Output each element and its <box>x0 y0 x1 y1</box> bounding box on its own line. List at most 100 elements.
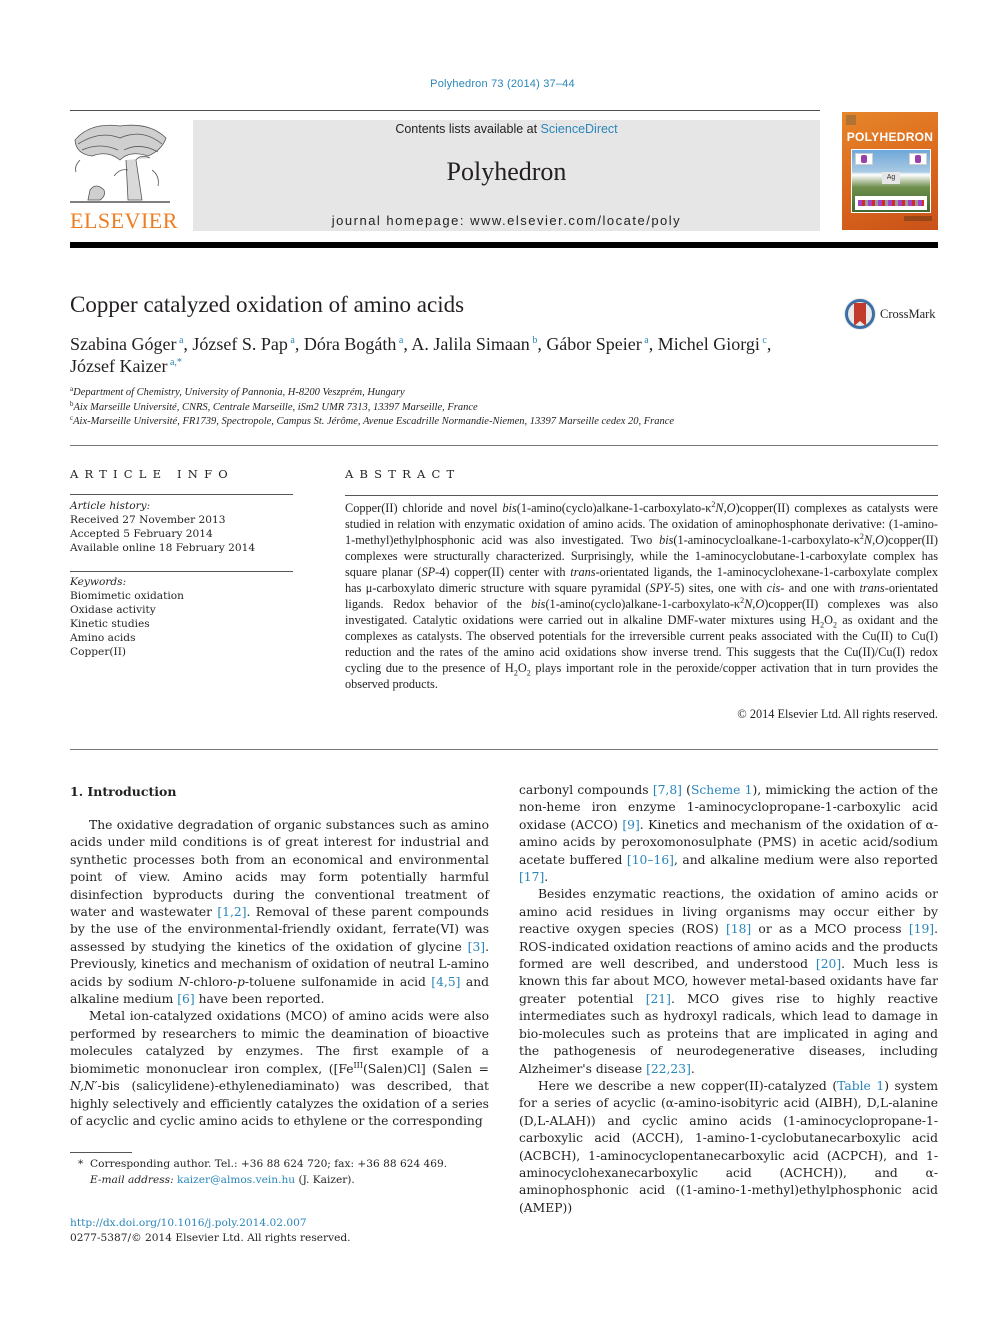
body-paragraph: carbonyl compounds [7,8] (Scheme 1), mim… <box>519 783 938 885</box>
author-name[interactable]: Dóra Bogáth <box>304 334 396 354</box>
email-link[interactable]: kaizer@almos.vein.hu <box>177 1174 295 1186</box>
sciencedirect-link[interactable]: ScienceDirect <box>541 122 618 136</box>
reference-link[interactable]: [10–16] <box>627 853 674 867</box>
author-affiliation-mark[interactable]: a <box>642 335 648 346</box>
reference-link[interactable]: [22,23] <box>646 1062 691 1076</box>
reference-link[interactable]: [17] <box>519 870 544 884</box>
author-affiliation-mark[interactable]: a,* <box>167 357 182 368</box>
article-info-heading: ARTICLE INFO <box>70 467 234 481</box>
cover-footer-mark <box>904 216 932 221</box>
elsevier-wordmark: ELSEVIER <box>70 208 178 233</box>
italic-term: N <box>178 974 190 989</box>
author-separator: , <box>766 334 772 354</box>
history-accepted: Accepted 5 February 2014 <box>70 528 213 541</box>
subscript: 2 <box>513 668 518 678</box>
cover-artwork: Ag <box>851 149 931 213</box>
author-list: Szabina Góger a, József S. Pap a, Dóra B… <box>70 333 940 377</box>
reference-link[interactable]: [1,2] <box>217 905 246 919</box>
affiliation-c: cAix-Marseille Université, FR1739, Spect… <box>70 415 674 428</box>
affiliation-text: Aix Marseille Université, CNRS, Centrale… <box>73 402 478 413</box>
italic-term: bis <box>531 597 546 611</box>
footnote-marker: * <box>78 1158 84 1170</box>
affiliation-text: Department of Chemistry, University of P… <box>73 387 405 398</box>
body-divider <box>70 749 938 750</box>
journal-homepage-line: journal homepage: www.elsevier.com/locat… <box>193 213 820 228</box>
author-name[interactable]: Gábor Speier <box>546 334 641 354</box>
italic-term: N,O <box>863 533 885 547</box>
abstract-heading: ABSTRACT <box>345 467 461 481</box>
elsevier-logo[interactable]: ELSEVIER <box>70 120 178 233</box>
section-heading-introduction: 1. Introduction <box>70 784 177 799</box>
abstract-rule <box>345 495 938 496</box>
header-rule <box>70 110 820 111</box>
subscript: 2 <box>820 620 825 630</box>
footnote: * Corresponding author. Tel.: +36 88 624… <box>70 1156 447 1188</box>
abstract-copyright: © 2014 Elsevier Ltd. All rights reserved… <box>737 707 938 721</box>
cover-molecule-right <box>909 153 927 165</box>
cover-molecule-left <box>855 153 873 165</box>
superscript: III <box>353 1060 363 1070</box>
article-info-rule <box>70 494 293 495</box>
subscript: 2 <box>526 668 531 678</box>
body-paragraph: Here we describe a new copper(II)-cataly… <box>519 1078 938 1215</box>
footnote-corresponding: Corresponding author. Tel.: +36 88 624 7… <box>90 1158 448 1170</box>
reference-link[interactable]: [4,5] <box>431 975 460 989</box>
italic-term: bis <box>659 533 674 547</box>
italic-term: N,N′ <box>70 1079 98 1094</box>
keyword: Kinetic studies <box>70 618 150 631</box>
reference-link[interactable]: [6] <box>177 992 194 1006</box>
italic-term: SP <box>421 565 436 579</box>
section-divider <box>70 445 938 446</box>
reference-link[interactable]: Scheme 1 <box>691 783 752 797</box>
crossmark-badge[interactable]: CrossMark <box>843 297 963 333</box>
footer: http://dx.doi.org/10.1016/j.poly.2014.02… <box>70 1216 351 1245</box>
author-separator: , <box>648 334 658 354</box>
author-name[interactable]: Szabina Góger <box>70 334 176 354</box>
header-thick-rule <box>70 242 938 248</box>
article-history: Article history: Received 27 November 20… <box>70 499 255 555</box>
homepage-prefix: journal homepage: <box>331 213 471 228</box>
reference-link[interactable]: [18] <box>726 922 751 936</box>
reference-link[interactable]: [21] <box>646 992 671 1006</box>
author-affiliation-mark[interactable]: a <box>288 335 294 346</box>
journal-title: Polyhedron <box>446 157 567 186</box>
keywords-rule <box>70 571 293 572</box>
body-column-left: The oxidative degradation of organic sub… <box>70 817 489 1130</box>
contents-prefix: Contents lists available at <box>395 122 541 136</box>
cover-title: POLYHEDRON <box>846 130 934 144</box>
italic-term: trans <box>570 565 596 579</box>
author-name[interactable]: Michel Giorgi <box>658 334 760 354</box>
keyword: Biomimetic oxidation <box>70 590 184 603</box>
cover-element-badge: Ag <box>882 172 900 184</box>
homepage-url[interactable]: www.elsevier.com/locate/poly <box>470 213 681 228</box>
contents-list-line: Contents lists available at ScienceDirec… <box>193 122 820 136</box>
email-label: E-mail address: <box>90 1174 174 1186</box>
affiliation-a: aDepartment of Chemistry, University of … <box>70 386 405 399</box>
body-paragraph: The oxidative degradation of organic sub… <box>70 818 489 1007</box>
doi-link[interactable]: http://dx.doi.org/10.1016/j.poly.2014.02… <box>70 1216 351 1231</box>
footnote-rule <box>70 1152 132 1153</box>
italic-term: SPY <box>649 581 671 595</box>
author-affiliation-mark[interactable]: c <box>760 335 766 346</box>
journal-citation-link[interactable]: Polyhedron 73 (2014) 37–44 <box>0 78 992 90</box>
reference-link[interactable]: [9] <box>622 818 639 832</box>
reference-link[interactable]: [7,8] <box>653 783 682 797</box>
crossmark-label: CrossMark <box>880 307 936 321</box>
reference-link[interactable]: Table 1 <box>837 1079 884 1093</box>
elsevier-tree-icon <box>70 120 170 208</box>
author-name[interactable]: A. Jalila Simaan <box>411 334 529 354</box>
italic-term: bis <box>502 501 517 515</box>
reference-link[interactable]: [19] <box>909 922 934 936</box>
affiliation-b: bAix Marseille Université, CNRS, Central… <box>70 401 478 414</box>
history-online: Available online 18 February 2014 <box>70 542 256 555</box>
cover-polymer-chain <box>855 196 927 210</box>
body-paragraph: Besides enzymatic reactions, the oxidati… <box>519 887 939 1076</box>
author-name[interactable]: József Kaizer <box>70 356 167 376</box>
keyword: Amino acids <box>70 632 136 645</box>
journal-cover-image[interactable]: POLYHEDRON Ag <box>842 112 938 230</box>
author-name[interactable]: József S. Pap <box>192 334 288 354</box>
reference-link[interactable]: [20] <box>816 957 841 971</box>
reference-link[interactable]: [3] <box>468 940 485 954</box>
italic-term: N,O <box>744 597 765 611</box>
author-separator: , <box>537 334 547 354</box>
